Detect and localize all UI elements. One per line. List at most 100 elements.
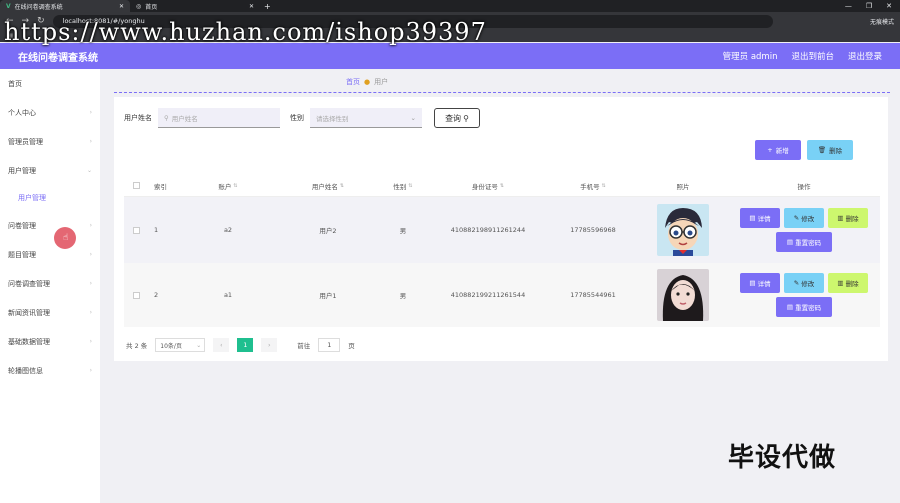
frontend-link[interactable]: 退出到前台 bbox=[791, 50, 834, 62]
remove-button[interactable]: ▥ 删除 bbox=[828, 208, 868, 228]
page-size-select[interactable]: 10条/页 ⌄ bbox=[155, 338, 206, 352]
col-gender[interactable]: 性别 ⇅ bbox=[378, 181, 428, 191]
maximize-icon[interactable]: ❐ bbox=[866, 2, 872, 10]
gender-select[interactable]: 请选择性别 ⌄ bbox=[310, 108, 422, 128]
user-photo-portrait[interactable] bbox=[657, 269, 709, 321]
next-page-button[interactable]: › bbox=[261, 338, 278, 352]
gender-select-placeholder: 请选择性别 bbox=[316, 114, 349, 123]
col-index: 索引 bbox=[148, 181, 178, 191]
col-photo: 照片 bbox=[638, 181, 728, 191]
reset-password-button[interactable]: ▤ 重置密码 bbox=[776, 232, 832, 252]
cell-gender: 男 bbox=[399, 292, 407, 300]
tab-title: 在线问卷调查系统 bbox=[14, 3, 63, 11]
browser-tab-active[interactable]: V 在线问卷调查系统 ✕ bbox=[0, 0, 130, 12]
sidebar-item-survey-results[interactable]: 问卷调查管理 › bbox=[0, 269, 100, 298]
page-number-button[interactable]: 1 bbox=[237, 338, 254, 352]
tab-title: 首页 bbox=[145, 3, 158, 11]
edit-button[interactable]: ✎ 修改 bbox=[784, 273, 824, 293]
row-checkbox[interactable] bbox=[132, 226, 140, 234]
chevron-right-icon: › bbox=[89, 367, 92, 374]
row-actions: ▤ 详情 ✎ 修改 ▥ 删除 ▤ 重置密码 bbox=[728, 208, 880, 252]
pencil-icon: ✎ bbox=[793, 214, 800, 222]
globe-icon: ◎ bbox=[136, 2, 142, 10]
main-panel: 用户姓名 ⚲ 用户姓名 性别 请选择性别 ⌄ 查询 ⚲ + 新增 🗑 删除 索引… bbox=[114, 97, 888, 361]
incognito-label[interactable]: 无痕模式 bbox=[870, 17, 894, 26]
table-row: 1 a2 用户2 男 410882198911261244 1778559696… bbox=[124, 197, 880, 263]
edit-button[interactable]: ✎ 修改 bbox=[784, 208, 824, 228]
row-checkbox[interactable] bbox=[132, 291, 140, 299]
sidebar-subitem-users[interactable]: 用户管理 bbox=[0, 185, 100, 211]
query-button-label: 查询 bbox=[445, 113, 462, 123]
close-icon[interactable]: ✕ bbox=[119, 3, 124, 10]
sort-icon[interactable]: ⇅ bbox=[408, 183, 412, 189]
logout-link[interactable]: 退出登录 bbox=[848, 50, 882, 62]
cell-account: a2 bbox=[223, 226, 233, 234]
user-photo-cartoon[interactable] bbox=[657, 204, 709, 256]
watermark-url: https://www.huzhan.com/ishop39397 bbox=[4, 18, 487, 46]
sidebar: 首页 个人中心 › 管理员管理 › 用户管理 ⌄ 用户管理 问卷管理 › 题目管理 › 问… bbox=[0, 69, 100, 503]
edit-button-label: 修改 bbox=[801, 280, 815, 288]
sidebar-item-home[interactable]: 首页 bbox=[0, 69, 100, 98]
select-all-checkbox[interactable] bbox=[132, 182, 140, 189]
cell-id-card: 410882199211261544 bbox=[450, 291, 526, 299]
new-tab-icon[interactable]: + bbox=[264, 2, 271, 11]
close-icon[interactable]: ✕ bbox=[249, 3, 254, 10]
trash-icon: 🗑 bbox=[817, 146, 827, 154]
col-account[interactable]: 账户 ⇅ bbox=[178, 181, 278, 191]
sidebar-item-surveys[interactable]: 问卷管理 › bbox=[0, 211, 100, 240]
sort-icon[interactable]: ⇅ bbox=[340, 183, 344, 189]
col-name[interactable]: 用户姓名 ⇅ bbox=[278, 181, 378, 191]
chevron-down-icon: ⌄ bbox=[86, 167, 92, 174]
sidebar-item-profile[interactable]: 个人中心 › bbox=[0, 98, 100, 127]
search-bar: 用户姓名 ⚲ 用户姓名 性别 请选择性别 ⌄ 查询 ⚲ bbox=[124, 108, 480, 128]
browser-tab-strip: V 在线问卷调查系统 ✕ ◎ 首页 ✕ + — ❐ ✕ bbox=[0, 0, 900, 12]
reset-password-button[interactable]: ▤ 重置密码 bbox=[776, 297, 832, 317]
cell-id-card: 410882198911261244 bbox=[450, 226, 526, 234]
col-phone[interactable]: 手机号 ⇅ bbox=[548, 181, 638, 191]
col-header-label: 照片 bbox=[676, 182, 690, 191]
sidebar-item-admins[interactable]: 管理员管理 › bbox=[0, 127, 100, 156]
col-header-label: 账户 bbox=[218, 182, 232, 191]
sort-icon[interactable]: ⇅ bbox=[233, 183, 237, 189]
sort-icon[interactable]: ⇅ bbox=[500, 183, 504, 189]
vue-logo-icon: V bbox=[6, 2, 11, 10]
col-id-card[interactable]: 身份证号 ⇅ bbox=[428, 181, 548, 191]
chevron-down-icon: ⌄ bbox=[196, 341, 202, 349]
sidebar-item-label: 题目管理 bbox=[8, 250, 36, 259]
app-title: 在线问卷调查系统 bbox=[18, 52, 98, 64]
sidebar-item-questions[interactable]: 题目管理 › bbox=[0, 240, 100, 269]
add-button[interactable]: + 新增 bbox=[755, 140, 801, 160]
query-button[interactable]: 查询 ⚲ bbox=[434, 108, 480, 128]
delete-button[interactable]: 🗑 删除 bbox=[807, 140, 853, 160]
detail-button-label: 详情 bbox=[757, 280, 771, 288]
col-header-label: 用户姓名 bbox=[311, 182, 338, 191]
sidebar-item-users[interactable]: 用户管理 ⌄ bbox=[0, 156, 100, 185]
sidebar-item-carousel[interactable]: 轮播图信息 › bbox=[0, 356, 100, 385]
name-search-input[interactable]: ⚲ 用户姓名 bbox=[158, 108, 280, 128]
sort-icon[interactable]: ⇅ bbox=[602, 183, 606, 189]
pagination: 共 2 条 10条/页 ⌄ ‹ 1 › 前往 1 页 bbox=[126, 338, 355, 352]
sidebar-item-news[interactable]: 新闻资讯管理 › bbox=[0, 298, 100, 327]
minimize-icon[interactable]: — bbox=[845, 2, 852, 10]
sidebar-item-label: 新闻资讯管理 bbox=[8, 308, 50, 317]
goto-page-input[interactable]: 1 bbox=[318, 338, 341, 352]
col-header-label: 身份证号 bbox=[471, 182, 498, 191]
breadcrumb: 首页 ● 用户 bbox=[346, 77, 388, 87]
breadcrumb-home[interactable]: 首页 bbox=[346, 77, 360, 87]
mouse-cursor-highlight: ☝ bbox=[54, 227, 76, 249]
chevron-right-icon: › bbox=[89, 109, 92, 116]
detail-button[interactable]: ▤ 详情 bbox=[740, 208, 780, 228]
prev-page-button[interactable]: ‹ bbox=[213, 338, 230, 352]
app-header: 在线问卷调查系统 管理员 admin 退出到前台 退出登录 bbox=[0, 43, 900, 69]
detail-button[interactable]: ▤ 详情 bbox=[740, 273, 780, 293]
cell-index: 1 bbox=[154, 226, 159, 234]
trash-icon: ▥ bbox=[837, 279, 844, 287]
remove-button[interactable]: ▥ 删除 bbox=[828, 273, 868, 293]
document-icon: ▤ bbox=[749, 214, 756, 222]
close-window-icon[interactable]: ✕ bbox=[886, 2, 892, 10]
col-header-label: 手机号 bbox=[580, 182, 600, 191]
name-search-placeholder: 用户姓名 bbox=[171, 114, 198, 123]
browser-tab[interactable]: ◎ 首页 ✕ bbox=[130, 0, 260, 12]
remove-button-label: 删除 bbox=[845, 280, 859, 288]
sidebar-item-base-data[interactable]: 基础数据管理 › bbox=[0, 327, 100, 356]
